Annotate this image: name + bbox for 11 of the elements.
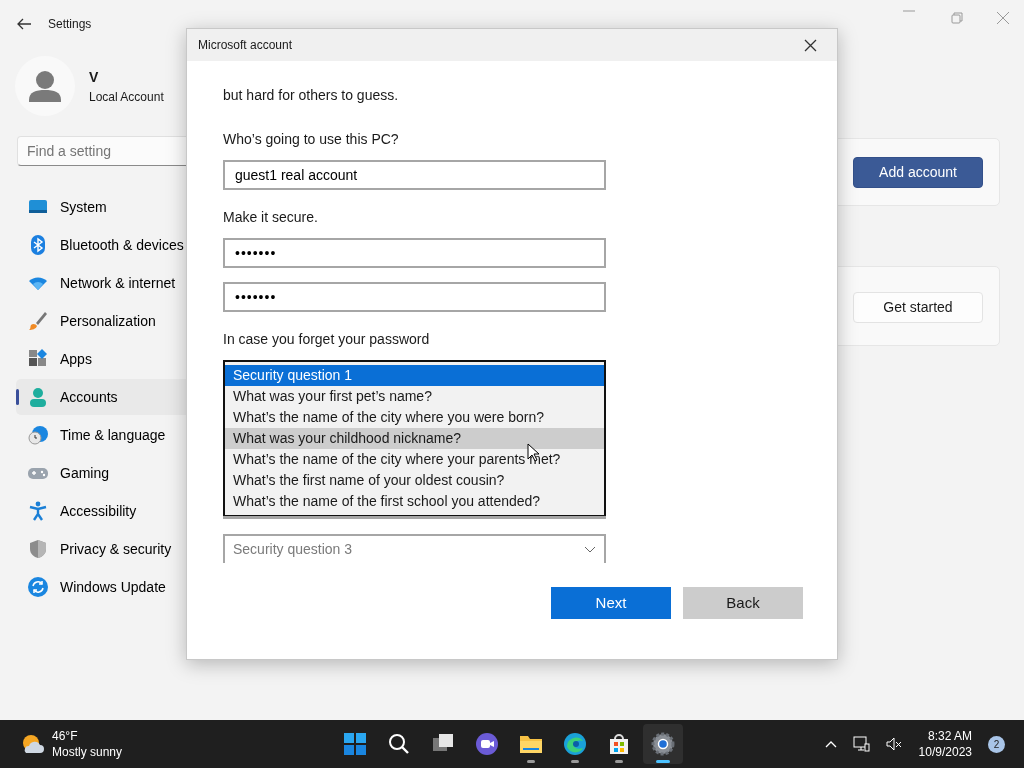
field-label: Make it secure. (223, 208, 319, 227)
window-title: Settings (48, 16, 92, 33)
clock-date: 10/9/2023 (918, 744, 972, 760)
weather-condition: Mostly sunny (52, 744, 123, 760)
intro-text: but hard for others to guess. (223, 86, 400, 105)
clock-time: 8:32 AM (927, 728, 972, 744)
user-name: V (89, 67, 100, 87)
temperature: 46°F (52, 728, 79, 744)
dialog-title: Microsoft account (198, 37, 293, 54)
field-label: In case you forget your password (223, 330, 431, 349)
account-type: Local Account (89, 88, 164, 106)
